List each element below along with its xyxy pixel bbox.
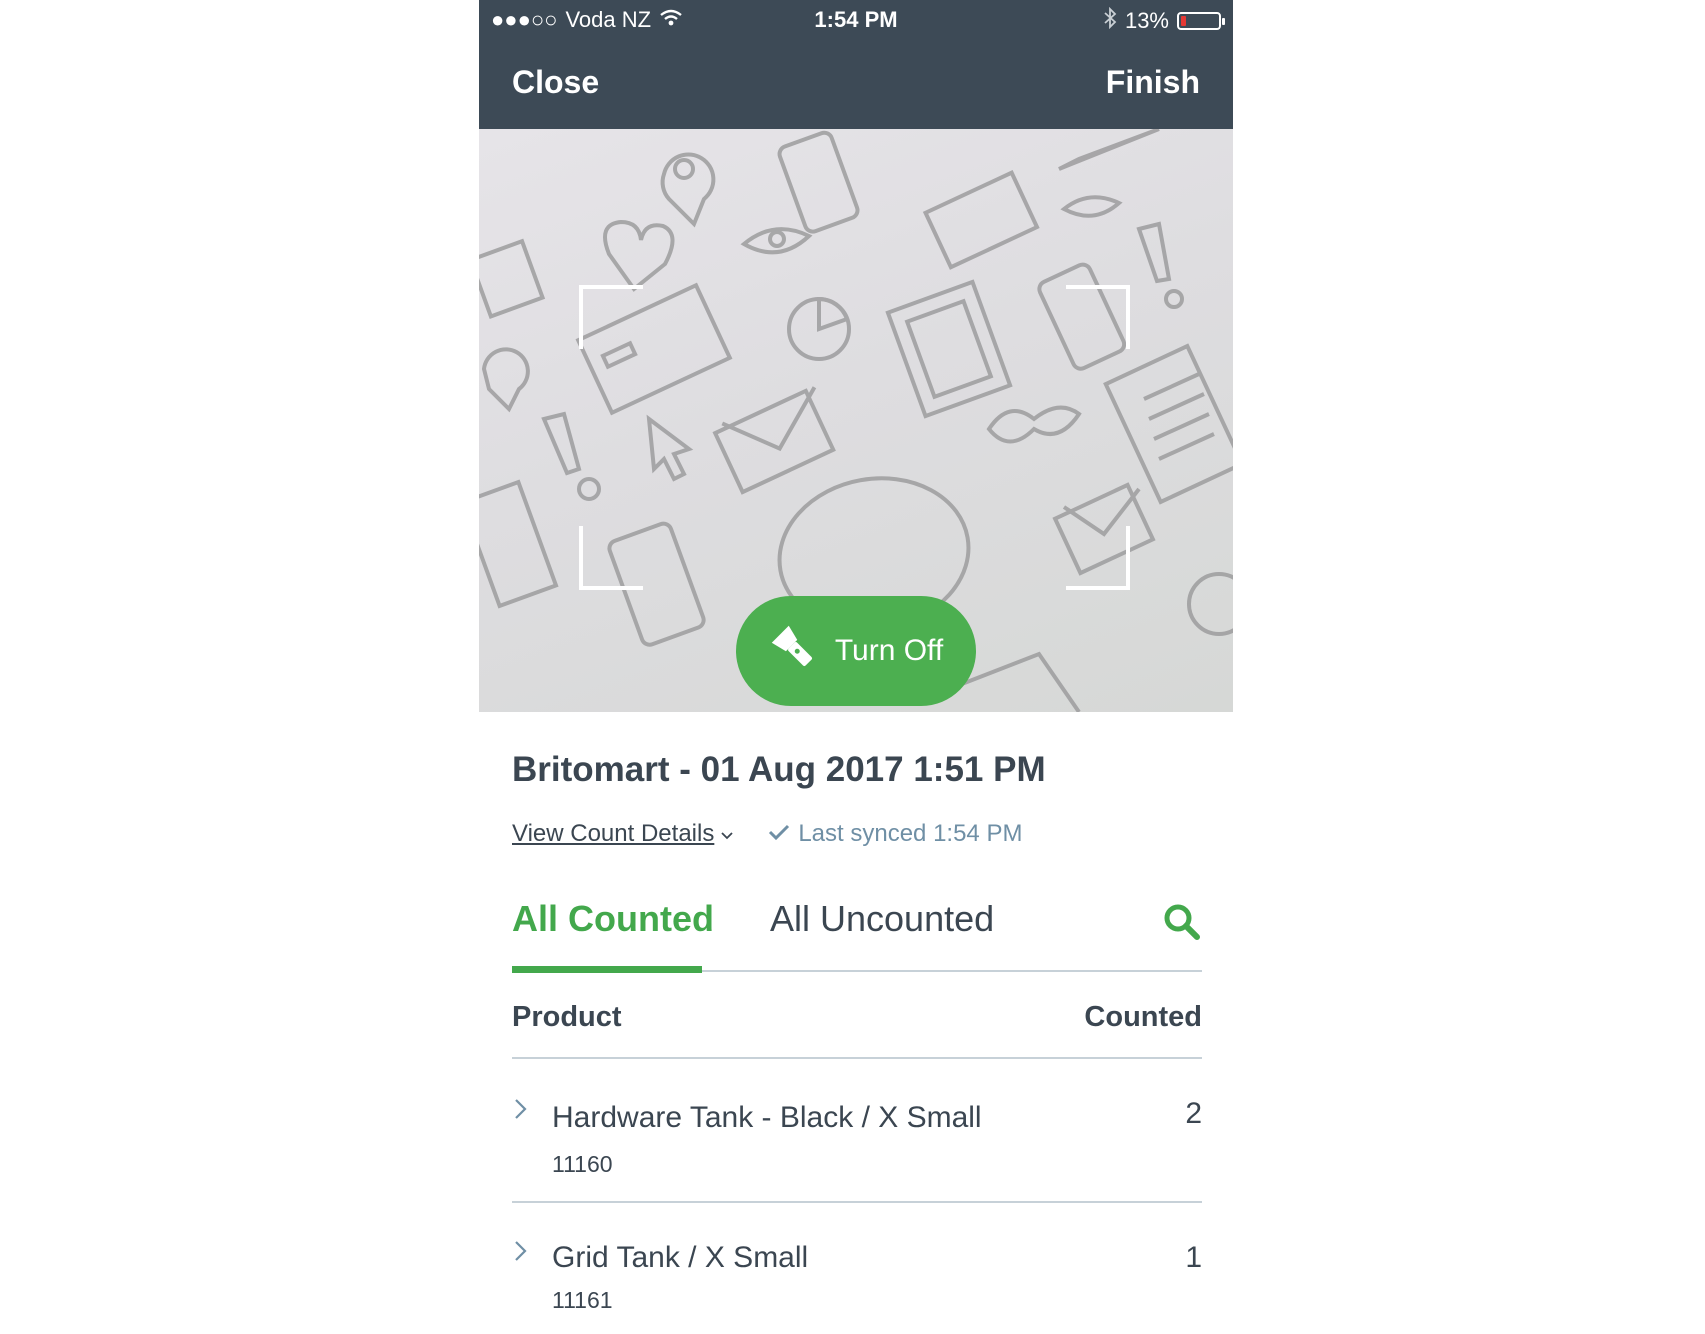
sync-status-label: Last synced 1:54 PM: [798, 820, 1023, 847]
scan-frame-corner-bottom-right: [1066, 526, 1130, 590]
scan-frame-corner-top-right: [1066, 285, 1130, 349]
finish-button[interactable]: Finish: [1106, 64, 1200, 101]
torch-toggle-button[interactable]: Turn Off: [736, 596, 976, 706]
phone-screen: ●●●○○ Voda NZ 1:54 PM 13% Close Finish T…: [479, 0, 1233, 1334]
product-name: Grid Tank / X Small: [552, 1241, 809, 1274]
battery-icon: [1177, 12, 1225, 30]
flashlight-icon: [769, 623, 817, 679]
status-right: 13%: [1103, 6, 1225, 35]
chevron-right-icon[interactable]: [512, 1239, 530, 1263]
close-button[interactable]: Close: [512, 64, 599, 101]
table-row[interactable]: Grid Tank / X Small 11161 1: [512, 1203, 1202, 1334]
active-tab-indicator: [512, 966, 702, 973]
scan-frame-corner-top-left: [579, 285, 643, 349]
tab-all-uncounted[interactable]: All Uncounted: [770, 898, 994, 940]
sync-status: Last synced 1:54 PM: [768, 820, 1022, 848]
bluetooth-icon: [1103, 6, 1117, 35]
product-sku: 11160: [552, 1151, 613, 1177]
counted-column-header: Counted: [1084, 1001, 1202, 1033]
camera-viewfinder: Turn Off: [479, 129, 1233, 712]
battery-percent: 13%: [1124, 8, 1169, 33]
count-meta-row: View Count Details Last synced 1:54 PM: [512, 820, 1212, 848]
chevron-down-icon: [720, 820, 734, 848]
view-count-details-link[interactable]: View Count Details: [512, 820, 734, 848]
counted-quantity: 2: [1185, 1097, 1202, 1130]
tab-all-counted[interactable]: All Counted: [512, 898, 714, 940]
counted-quantity: 1: [1185, 1241, 1202, 1274]
table-row[interactable]: Hardware Tank - Black / X Small 11160 2: [512, 1061, 1202, 1203]
view-count-details-label: View Count Details: [512, 820, 715, 847]
product-column-header: Product: [512, 1001, 622, 1033]
product-sku: 11161: [552, 1287, 613, 1313]
chevron-right-icon[interactable]: [512, 1097, 530, 1121]
torch-label: Turn Off: [834, 634, 944, 667]
count-tabs: All Counted All Uncounted: [512, 880, 1202, 973]
search-icon[interactable]: [1162, 902, 1202, 942]
checkmark-icon: [768, 820, 790, 848]
top-bar: ●●●○○ Voda NZ 1:54 PM 13% Close Finish: [479, 0, 1233, 129]
count-title: Britomart - 01 Aug 2017 1:51 PM: [512, 750, 1046, 789]
table-header: Product Counted: [512, 975, 1202, 1059]
product-name: Hardware Tank - Black / X Small: [552, 1101, 982, 1134]
battery-level: [1181, 16, 1186, 26]
status-bar: ●●●○○ Voda NZ 1:54 PM 13%: [479, 0, 1233, 40]
scan-frame-corner-bottom-left: [579, 526, 643, 590]
